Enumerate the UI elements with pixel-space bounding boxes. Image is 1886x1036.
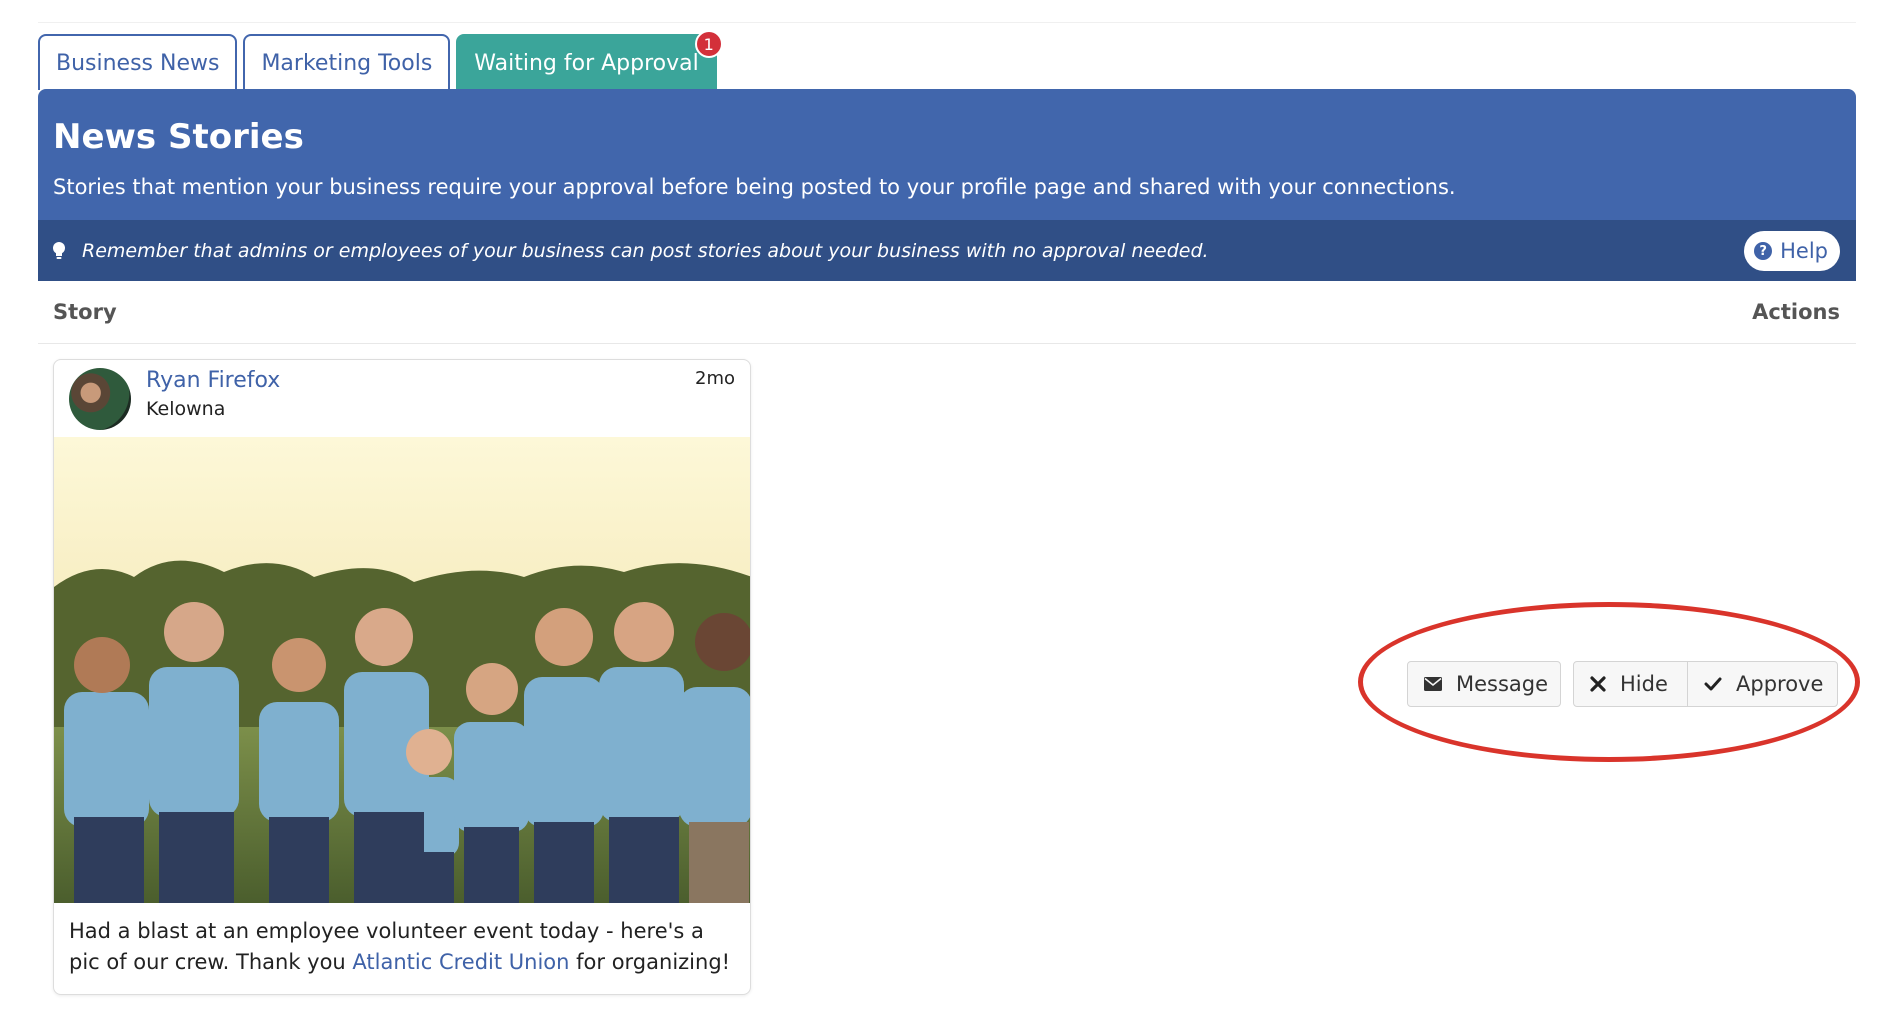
- tab-waiting-for-approval[interactable]: Waiting for Approval 1: [456, 30, 723, 90]
- avatar[interactable]: [69, 368, 131, 430]
- help-label: Help: [1780, 239, 1828, 263]
- story-caption: Had a blast at an employee volunteer eve…: [69, 916, 739, 978]
- author-name[interactable]: Ryan Firefox: [146, 368, 280, 393]
- story-photo: [54, 437, 750, 903]
- close-icon: [1590, 676, 1606, 692]
- approve-label: Approve: [1736, 672, 1824, 696]
- page-title: News Stories: [53, 117, 304, 157]
- column-header-actions: Actions: [1752, 300, 1840, 324]
- header-divider: [38, 343, 1856, 344]
- question-circle-icon: ?: [1754, 242, 1773, 260]
- story-card: Ryan Firefox Kelowna 2mo Had a blast at …: [53, 359, 751, 995]
- column-header-story: Story: [53, 300, 117, 324]
- tip-text: Remember that admins or employees of you…: [82, 239, 1209, 262]
- lightbulb-icon: [52, 240, 68, 262]
- hide-button[interactable]: Hide: [1573, 661, 1688, 707]
- help-button[interactable]: ? Help: [1744, 231, 1840, 271]
- checkmark-icon: [1704, 677, 1722, 691]
- tab-marketing-tools[interactable]: Marketing Tools: [243, 34, 451, 90]
- page-description: Stories that mention your business requi…: [53, 175, 1456, 199]
- hide-label: Hide: [1620, 672, 1668, 696]
- caption-text-end: for organizing!: [569, 950, 731, 974]
- message-button[interactable]: Message: [1407, 661, 1561, 707]
- post-time: 2mo: [695, 368, 735, 389]
- top-divider: [38, 22, 1856, 23]
- tab-label: Waiting for Approval: [474, 50, 699, 76]
- approve-button[interactable]: Approve: [1687, 661, 1838, 707]
- tab-bar: Business News Marketing Tools Waiting fo…: [38, 30, 723, 90]
- author-location: Kelowna: [146, 398, 226, 420]
- tab-business-news[interactable]: Business News: [38, 34, 238, 90]
- envelope-icon: [1424, 677, 1442, 691]
- news-stories-header: News Stories Stories that mention your b…: [38, 89, 1856, 281]
- tip-bar: Remember that admins or employees of you…: [38, 220, 1856, 281]
- message-label: Message: [1456, 672, 1549, 696]
- business-mention-link[interactable]: Atlantic Credit Union: [352, 950, 569, 974]
- notification-badge: 1: [694, 30, 723, 58]
